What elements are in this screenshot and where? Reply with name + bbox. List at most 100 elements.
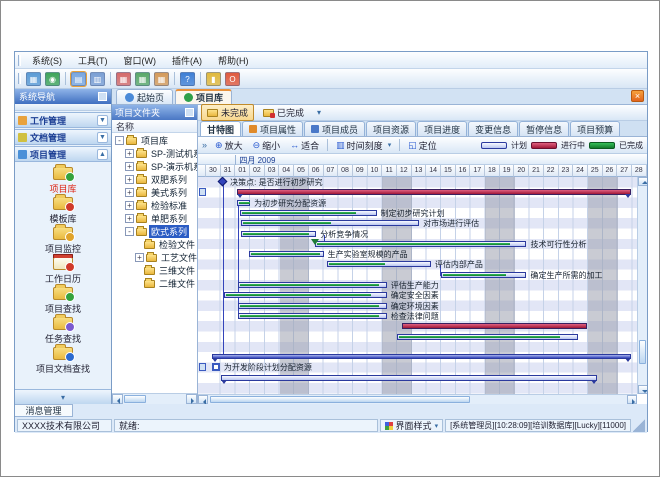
tree-hscrollbar[interactable] — [112, 393, 197, 404]
task-bar[interactable] — [238, 313, 386, 319]
tree-node-SP-演示机系[interactable]: +SP-演示机系 — [112, 160, 197, 173]
filter-button-已完成[interactable]: 已完成 — [257, 104, 310, 121]
tab-项目预算[interactable]: 项目预算 — [570, 121, 620, 136]
sidebar-section-工作管理[interactable]: 工作管理▼ — [15, 112, 111, 128]
summary-bar[interactable] — [237, 189, 631, 195]
locate-button[interactable]: ◱定位 — [404, 137, 441, 154]
sidebar-bottom-band[interactable]: ▾ — [15, 389, 111, 404]
gantt-vscroll-thumb[interactable] — [639, 340, 646, 364]
tab-甘特图[interactable]: 甘特图 — [200, 121, 241, 136]
task-bar[interactable] — [241, 231, 316, 237]
task-icon[interactable] — [212, 363, 220, 371]
scroll-left-icon[interactable] — [112, 394, 123, 404]
scroll-up-icon[interactable] — [638, 177, 647, 186]
menu-item[interactable]: 系统(S) — [24, 54, 70, 68]
scroll-right-icon[interactable] — [186, 394, 197, 404]
summary-bar[interactable] — [212, 354, 631, 359]
sidebar-item-项目监控[interactable]: 项目监控 — [15, 226, 111, 256]
doc-tab-起始页[interactable]: 起始页 — [116, 89, 173, 104]
expand-icon[interactable]: + — [125, 175, 134, 184]
collapse-icon[interactable]: - — [115, 136, 124, 145]
sidebar-section-文档管理[interactable]: 文档管理▼ — [15, 129, 111, 145]
gantt-hscrollbar[interactable] — [198, 394, 637, 404]
menu-item[interactable]: 插件(A) — [164, 54, 210, 68]
close-icon[interactable]: × — [631, 90, 644, 102]
zoom-out-button[interactable]: ⊖缩小 — [249, 137, 285, 154]
time-scale-button[interactable]: ▥时间刻度▾ — [332, 137, 395, 154]
zoom-in-button[interactable]: ⊕放大 — [211, 137, 247, 154]
desktop-icon[interactable]: ▦ — [26, 72, 41, 86]
sidebar-item-任务查找[interactable]: 任务查找 — [15, 316, 111, 346]
calendar-green-icon[interactable]: ▦ — [135, 72, 150, 86]
chevron-down-icon[interactable]: ▼ — [97, 115, 108, 126]
task-bar[interactable] — [327, 261, 431, 267]
resize-grip[interactable] — [633, 419, 645, 432]
tab-暂停信息[interactable]: 暂停信息 — [519, 121, 569, 136]
tab-变更信息[interactable]: 变更信息 — [468, 121, 518, 136]
expand-icon[interactable]: + — [125, 188, 134, 197]
task-bar[interactable] — [402, 323, 587, 329]
open-folder-icon[interactable]: ▤ — [71, 72, 86, 86]
expand-icon[interactable]: + — [125, 214, 134, 223]
menu-item[interactable]: 帮助(H) — [210, 54, 257, 68]
chevron-down-icon[interactable]: ▼ — [97, 132, 108, 143]
tree-node-项目库[interactable]: -项目库 — [112, 134, 197, 147]
tree-node-欧式系列[interactable]: -欧式系列 — [112, 225, 197, 238]
power-icon[interactable]: O — [225, 72, 240, 86]
lock-icon[interactable]: ▮ — [206, 72, 221, 86]
sidebar-collapse-band[interactable] — [15, 104, 111, 111]
toolbar-overflow-icon[interactable]: ▾ — [317, 108, 321, 117]
panel-overflow-icon[interactable]: » — [202, 140, 207, 150]
tree-node-SP-测试机系[interactable]: +SP-测试机系 — [112, 147, 197, 160]
task-bar[interactable] — [238, 282, 386, 288]
doc-tab-项目库[interactable]: 项目库 — [175, 89, 232, 104]
sidebar-item-项目文档查找[interactable]: 项目文档查找 — [15, 346, 111, 376]
expand-icon[interactable]: + — [125, 162, 134, 171]
pin-icon[interactable] — [185, 108, 194, 117]
row-expand-icon[interactable] — [199, 363, 206, 371]
filter-button-未完成[interactable]: 未完成 — [201, 104, 254, 121]
expand-icon[interactable]: + — [135, 253, 144, 262]
task-bar[interactable] — [397, 334, 578, 340]
gantt-hscroll-thumb[interactable] — [210, 396, 470, 403]
tree-node-检验文件[interactable]: 检验文件 — [112, 238, 197, 251]
chevron-up-icon[interactable]: ▲ — [97, 149, 108, 160]
row-expand-icon[interactable] — [199, 188, 206, 196]
collapse-icon[interactable]: - — [125, 227, 134, 236]
tree-node-检验标准[interactable]: +检验标准 — [112, 199, 197, 212]
tab-项目成员[interactable]: 项目成员 — [304, 121, 365, 136]
expand-icon[interactable]: + — [125, 201, 134, 210]
tree-node-工艺文件[interactable]: +工艺文件 — [112, 251, 197, 264]
task-bar[interactable] — [441, 272, 526, 278]
calendar-orange-icon[interactable]: ▦ — [154, 72, 169, 86]
task-bar[interactable] — [224, 292, 387, 298]
menu-item[interactable]: 窗口(W) — [116, 54, 165, 68]
expand-icon[interactable]: + — [125, 149, 134, 158]
sidebar-header[interactable]: 系统导航 — [15, 89, 111, 104]
ui-style-selector[interactable]: 界面样式 ▾ — [380, 419, 444, 432]
tree-node-单肥系列[interactable]: +单肥系列 — [112, 212, 197, 225]
task-bar[interactable] — [241, 220, 419, 226]
fit-button[interactable]: ↔适合 — [286, 137, 323, 154]
task-bar[interactable] — [238, 303, 386, 309]
help-icon[interactable]: ? — [180, 72, 195, 86]
sidebar-section-项目管理[interactable]: 项目管理▲ — [15, 146, 111, 162]
tree-node-双肥系列[interactable]: +双肥系列 — [112, 173, 197, 186]
tree-node-二维文件[interactable]: 二维文件 — [112, 277, 197, 290]
menu-item[interactable]: 工具(T) — [70, 54, 116, 68]
scroll-right-icon[interactable] — [627, 395, 637, 404]
tree-node-三维文件[interactable]: 三维文件 — [112, 264, 197, 277]
report-folder-icon[interactable]: ▥ — [90, 72, 105, 86]
task-bar[interactable] — [249, 251, 324, 257]
tab-项目资源[interactable]: 项目资源 — [366, 121, 416, 136]
scroll-down-icon[interactable] — [638, 385, 647, 394]
task-bar[interactable] — [237, 200, 250, 206]
sidebar-item-项目查找[interactable]: 项目查找 — [15, 286, 111, 316]
tab-项目进度[interactable]: 项目进度 — [417, 121, 467, 136]
task-bar[interactable] — [315, 241, 527, 247]
scroll-left-icon[interactable] — [198, 395, 208, 404]
tree-node-美式系列[interactable]: +美式系列 — [112, 186, 197, 199]
calendar-red-icon[interactable]: ▦ — [116, 72, 131, 86]
sidebar-item-工作日历[interactable]: 工作日历 — [15, 256, 111, 286]
globe-icon[interactable]: ◉ — [45, 72, 60, 86]
